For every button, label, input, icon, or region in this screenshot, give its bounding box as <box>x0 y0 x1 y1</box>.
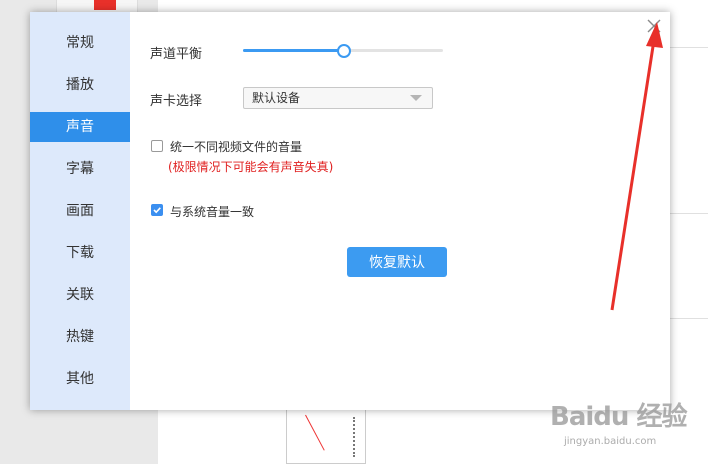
settings-dialog: 常规 播放 声音 字幕 画面 下载 关联 热键 其他 声道平衡 声卡选择 默认设… <box>30 12 670 410</box>
watermark-url: jingyan.baidu.com <box>564 436 657 447</box>
unify-volume-label: 统一不同视频文件的音量 <box>170 140 303 154</box>
baidu-watermark: Baidu 经验 jingyan.baidu.com <box>544 392 704 456</box>
sidebar-item-playback[interactable]: 播放 <box>30 70 130 100</box>
sidebar-item-subtitle[interactable]: 字幕 <box>30 154 130 184</box>
background-divider <box>670 213 708 214</box>
sound-card-label: 声卡选择 <box>150 94 203 109</box>
balance-slider-handle[interactable] <box>337 44 351 58</box>
sidebar-item-download[interactable]: 下载 <box>30 238 130 268</box>
sidebar-item-sound[interactable]: 声音 <box>30 112 130 142</box>
sidebar-item-general[interactable]: 常规 <box>30 28 130 58</box>
sync-system-volume-checkbox[interactable] <box>151 204 163 216</box>
restore-defaults-button[interactable]: 恢复默认 <box>347 247 447 277</box>
sync-system-volume-label: 与系统音量一致 <box>170 205 255 219</box>
thumbnail-dots <box>353 417 359 457</box>
sound-card-selected-value: 默认设备 <box>252 91 301 105</box>
sidebar-item-picture[interactable]: 画面 <box>30 196 130 226</box>
sidebar-item-other[interactable]: 其他 <box>30 364 130 394</box>
sound-card-select[interactable]: 默认设备 <box>243 87 433 109</box>
check-icon <box>153 207 161 214</box>
watermark-logo: Baidu 经验 <box>550 402 687 432</box>
balance-label: 声道平衡 <box>150 47 203 62</box>
background-red-image <box>94 0 116 10</box>
background-divider <box>670 318 708 319</box>
thumbnail-red-arrow <box>305 414 325 451</box>
sidebar-item-association[interactable]: 关联 <box>30 280 130 310</box>
settings-sidebar: 常规 播放 声音 字幕 画面 下载 关联 热键 其他 <box>30 12 130 410</box>
sidebar-item-hotkeys[interactable]: 热键 <box>30 322 130 352</box>
balance-slider-fill <box>243 49 343 52</box>
unify-volume-warning: (极限情况下可能会有声音失真) <box>168 160 334 174</box>
unify-volume-checkbox[interactable] <box>151 140 163 152</box>
chevron-down-icon <box>410 95 422 101</box>
background-thumbnail <box>286 408 366 464</box>
balance-slider[interactable] <box>243 44 443 58</box>
close-icon[interactable] <box>646 18 662 34</box>
background-divider <box>670 47 708 48</box>
